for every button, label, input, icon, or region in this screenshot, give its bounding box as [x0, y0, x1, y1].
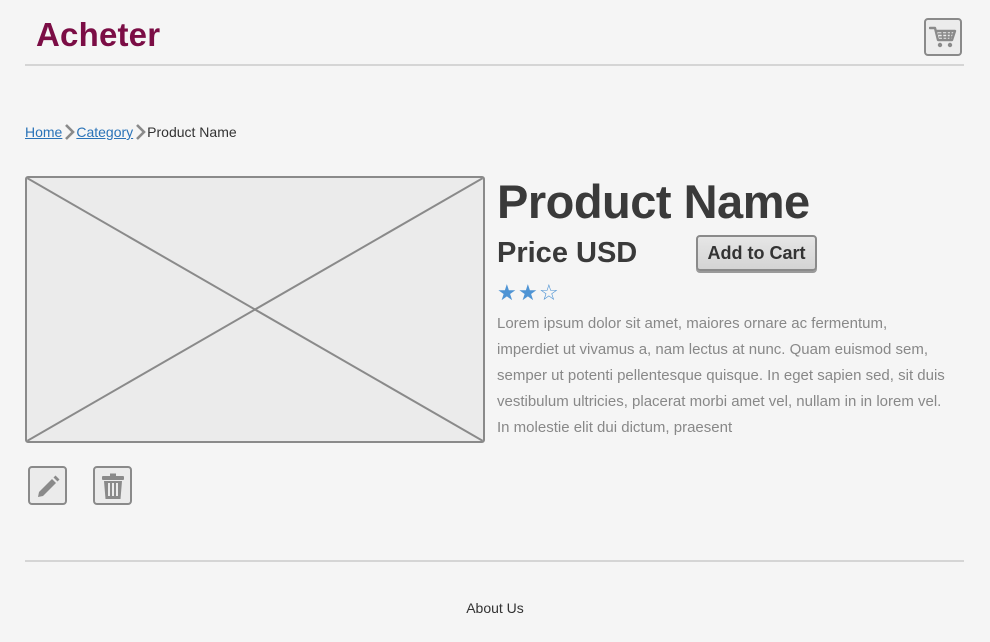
product-price: Price USD — [497, 237, 638, 269]
product-description: Lorem ipsum dolor sit amet, maiores orna… — [497, 315, 945, 436]
breadcrumb-home-link[interactable]: Home — [25, 124, 62, 140]
chevron-right-icon — [65, 124, 76, 140]
chevron-right-icon — [136, 124, 147, 140]
add-to-cart-button[interactable]: Add to Cart — [696, 235, 817, 271]
cart-button[interactable] — [924, 18, 962, 56]
breadcrumb-category-link[interactable]: Category — [76, 124, 133, 140]
pencil-icon — [37, 475, 59, 497]
star-filled-icon[interactable]: ★ — [497, 280, 518, 306]
product-image — [25, 176, 485, 443]
product-title: Product Name — [497, 175, 810, 228]
header-divider — [25, 64, 964, 66]
brand-logo[interactable]: Acheter — [36, 16, 160, 54]
star-empty-icon[interactable]: ☆ — [539, 280, 560, 306]
edit-button[interactable] — [28, 466, 67, 505]
star-filled-icon[interactable]: ★ — [518, 280, 539, 306]
trash-icon — [101, 473, 124, 499]
image-placeholder-icon — [27, 178, 483, 441]
breadcrumb-current: Product Name — [147, 124, 237, 140]
breadcrumb: Home Category Product Name — [25, 123, 237, 141]
delete-button[interactable] — [93, 466, 132, 505]
about-us-link[interactable]: About Us — [0, 600, 990, 616]
star-rating[interactable]: ★ ★ ☆ — [497, 280, 560, 306]
footer-divider — [25, 560, 964, 562]
shopping-cart-icon — [929, 26, 957, 48]
